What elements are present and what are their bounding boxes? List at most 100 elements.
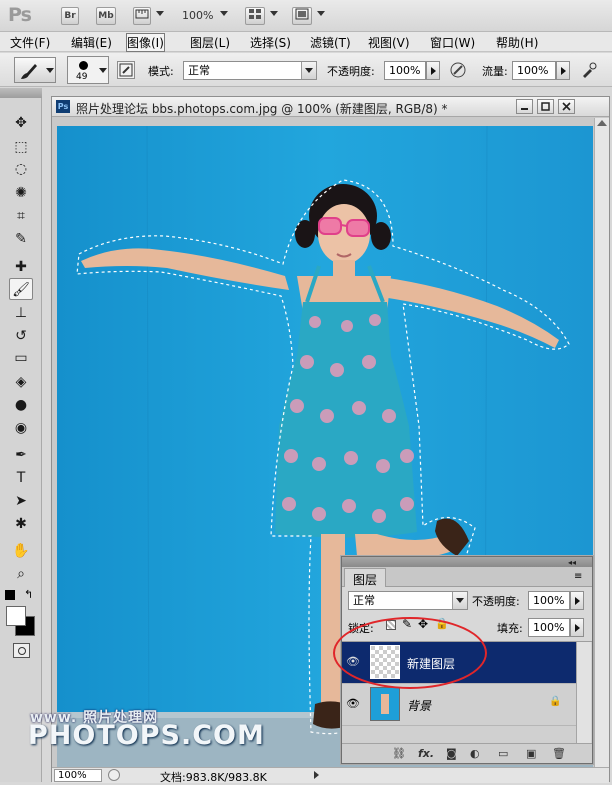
layer-row-background[interactable]: 👁 背景 🔒 — [342, 684, 576, 726]
blend-mode-select[interactable]: 正常 — [348, 591, 468, 610]
chevron-down-icon[interactable] — [156, 11, 164, 16]
maximize-button[interactable] — [537, 99, 554, 114]
document-title-bar[interactable]: Ps 照片处理论坛 bbs.photops.com.jpg @ 100% (新建… — [52, 97, 609, 117]
screen-mode-icon — [295, 8, 309, 20]
application-bar: Ps Br Mb 100% — [0, 0, 612, 32]
quick-mask-button[interactable] — [13, 643, 30, 658]
crop-tool-icon[interactable]: ⌗ — [9, 205, 33, 227]
tool-preset-picker[interactable] — [14, 57, 56, 83]
brush-icon — [21, 64, 37, 79]
fx-icon[interactable]: fx. — [418, 747, 434, 760]
dodge-tool-icon[interactable]: ◉ — [9, 417, 33, 439]
menu-window[interactable]: 窗口(W) — [430, 34, 475, 51]
layers-panel-tabs: 图层 ≡ — [342, 567, 592, 587]
close-button[interactable] — [558, 99, 575, 114]
menu-filter[interactable]: 滤镜(T) — [310, 34, 351, 51]
zoom-tool-icon[interactable]: ⌕ — [9, 563, 33, 585]
screen-mode-button[interactable] — [292, 7, 312, 25]
status-menu-arrow-icon[interactable] — [314, 771, 319, 779]
menu-layer[interactable]: 图层(L) — [190, 34, 230, 51]
chevron-down-icon[interactable] — [270, 11, 278, 16]
mode-label: 模式: — [148, 65, 174, 78]
pen-tool-icon[interactable]: ✒ — [9, 444, 33, 466]
eyedropper-tool-icon[interactable]: ✎ — [9, 228, 33, 250]
paint-bucket-tool-icon[interactable]: ◈ — [9, 371, 33, 393]
new-group-icon[interactable]: ▭ — [498, 747, 508, 760]
airbrush-button[interactable] — [580, 61, 598, 79]
quick-selection-tool-icon[interactable]: ✺ — [9, 182, 33, 204]
vertical-scrollbar[interactable] — [594, 118, 609, 768]
fill-value: 100% — [533, 621, 565, 634]
eraser-tool-icon[interactable]: ▭ — [9, 347, 33, 369]
chevron-down-icon[interactable] — [317, 11, 325, 16]
adjustment-layer-icon[interactable]: ◐ — [470, 747, 480, 760]
minimize-icon — [521, 108, 528, 110]
layer-name[interactable]: 背景 — [407, 697, 431, 714]
menu-select[interactable]: 选择(S) — [250, 34, 291, 51]
minimize-button[interactable] — [516, 99, 533, 114]
mode-select[interactable]: 正常 — [183, 61, 317, 80]
shape-tool-icon[interactable]: ✱ — [9, 513, 33, 535]
layer-opacity-value: 100% — [533, 594, 565, 607]
tools-panel-header[interactable] — [0, 88, 42, 98]
fill-input[interactable]: 100% — [528, 618, 570, 637]
link-layers-icon[interactable]: ⛓ — [392, 747, 406, 760]
chevron-down-icon[interactable] — [220, 11, 228, 16]
menu-edit[interactable]: 编辑(E) — [71, 34, 112, 51]
history-brush-tool-icon[interactable]: ↺ — [9, 325, 33, 347]
tab-layers[interactable]: 图层 — [344, 568, 387, 587]
chevron-down-icon — [452, 592, 467, 609]
default-colors-icon[interactable] — [5, 590, 15, 600]
opacity-input[interactable]: 100% — [384, 61, 426, 80]
opacity-slider-toggle[interactable] — [426, 61, 440, 80]
lasso-tool-icon[interactable]: ◌ — [9, 158, 33, 180]
blur-tool-icon[interactable]: ● — [9, 394, 33, 416]
swap-colors-icon[interactable]: ↰ — [24, 588, 33, 601]
zoom-level[interactable]: 100% — [182, 9, 213, 22]
eye-icon[interactable]: 👁 — [345, 696, 361, 712]
healing-brush-tool-icon[interactable]: ✚ — [9, 256, 33, 278]
path-selection-tool-icon[interactable]: ➤ — [9, 490, 33, 512]
type-tool-icon[interactable]: T — [9, 467, 33, 489]
status-bar: 100% 文档:983.8K/983.8K — [52, 767, 609, 784]
brush-panel-icon — [119, 63, 133, 77]
panel-menu-icon[interactable]: ≡ — [574, 571, 582, 582]
hand-tool-icon[interactable]: ✋ — [9, 540, 33, 562]
clone-stamp-tool-icon[interactable]: ⊥ — [9, 302, 33, 324]
layer-opacity-slider-toggle[interactable] — [570, 591, 584, 610]
brush-panel-toggle[interactable] — [117, 61, 135, 79]
foreground-color-swatch[interactable] — [6, 606, 26, 626]
opacity-value: 100% — [389, 64, 421, 77]
menu-view[interactable]: 视图(V) — [368, 34, 410, 51]
status-info-icon[interactable] — [108, 769, 120, 781]
scroll-up-icon[interactable] — [597, 120, 607, 126]
flow-slider-toggle[interactable] — [556, 61, 570, 80]
tablet-pressure-opacity-button[interactable] — [449, 61, 467, 79]
delete-layer-icon[interactable]: 🗑 — [552, 747, 566, 760]
marquee-tool-icon[interactable]: ⬚ — [9, 136, 33, 158]
layer-opacity-input[interactable]: 100% — [528, 591, 570, 610]
layer-list-scrollbar[interactable] — [576, 642, 591, 744]
brush-tip-icon — [79, 61, 88, 70]
view-extras-button[interactable] — [133, 7, 151, 25]
brush-size: 49 — [76, 72, 88, 82]
layers-panel-header[interactable]: ◂◂ — [342, 557, 592, 567]
new-layer-icon[interactable]: ▣ — [526, 747, 536, 760]
arrange-documents-button[interactable] — [245, 7, 265, 25]
brush-preset-picker[interactable]: 49 — [67, 56, 109, 84]
add-mask-icon[interactable]: ◙ — [446, 747, 457, 760]
flow-label: 流量: — [482, 65, 508, 78]
menu-image[interactable]: 图像(I) — [126, 33, 165, 52]
bridge-button[interactable]: Br — [61, 7, 79, 25]
fill-slider-toggle[interactable] — [570, 618, 584, 637]
move-tool-icon[interactable]: ✥ — [9, 112, 33, 134]
menu-help[interactable]: 帮助(H) — [496, 34, 538, 51]
options-bar: 49 模式: 正常 不透明度: 100% 流量: 100% — [0, 53, 612, 87]
mini-bridge-button[interactable]: Mb — [96, 7, 116, 25]
grid-icon — [249, 9, 261, 19]
menu-file[interactable]: 文件(F) — [10, 34, 50, 51]
collapse-icon[interactable]: ◂◂ — [568, 558, 576, 567]
brush-tool-icon[interactable]: 🖌 — [9, 278, 33, 300]
flow-input[interactable]: 100% — [512, 61, 556, 80]
status-zoom-field[interactable]: 100% — [54, 769, 102, 782]
